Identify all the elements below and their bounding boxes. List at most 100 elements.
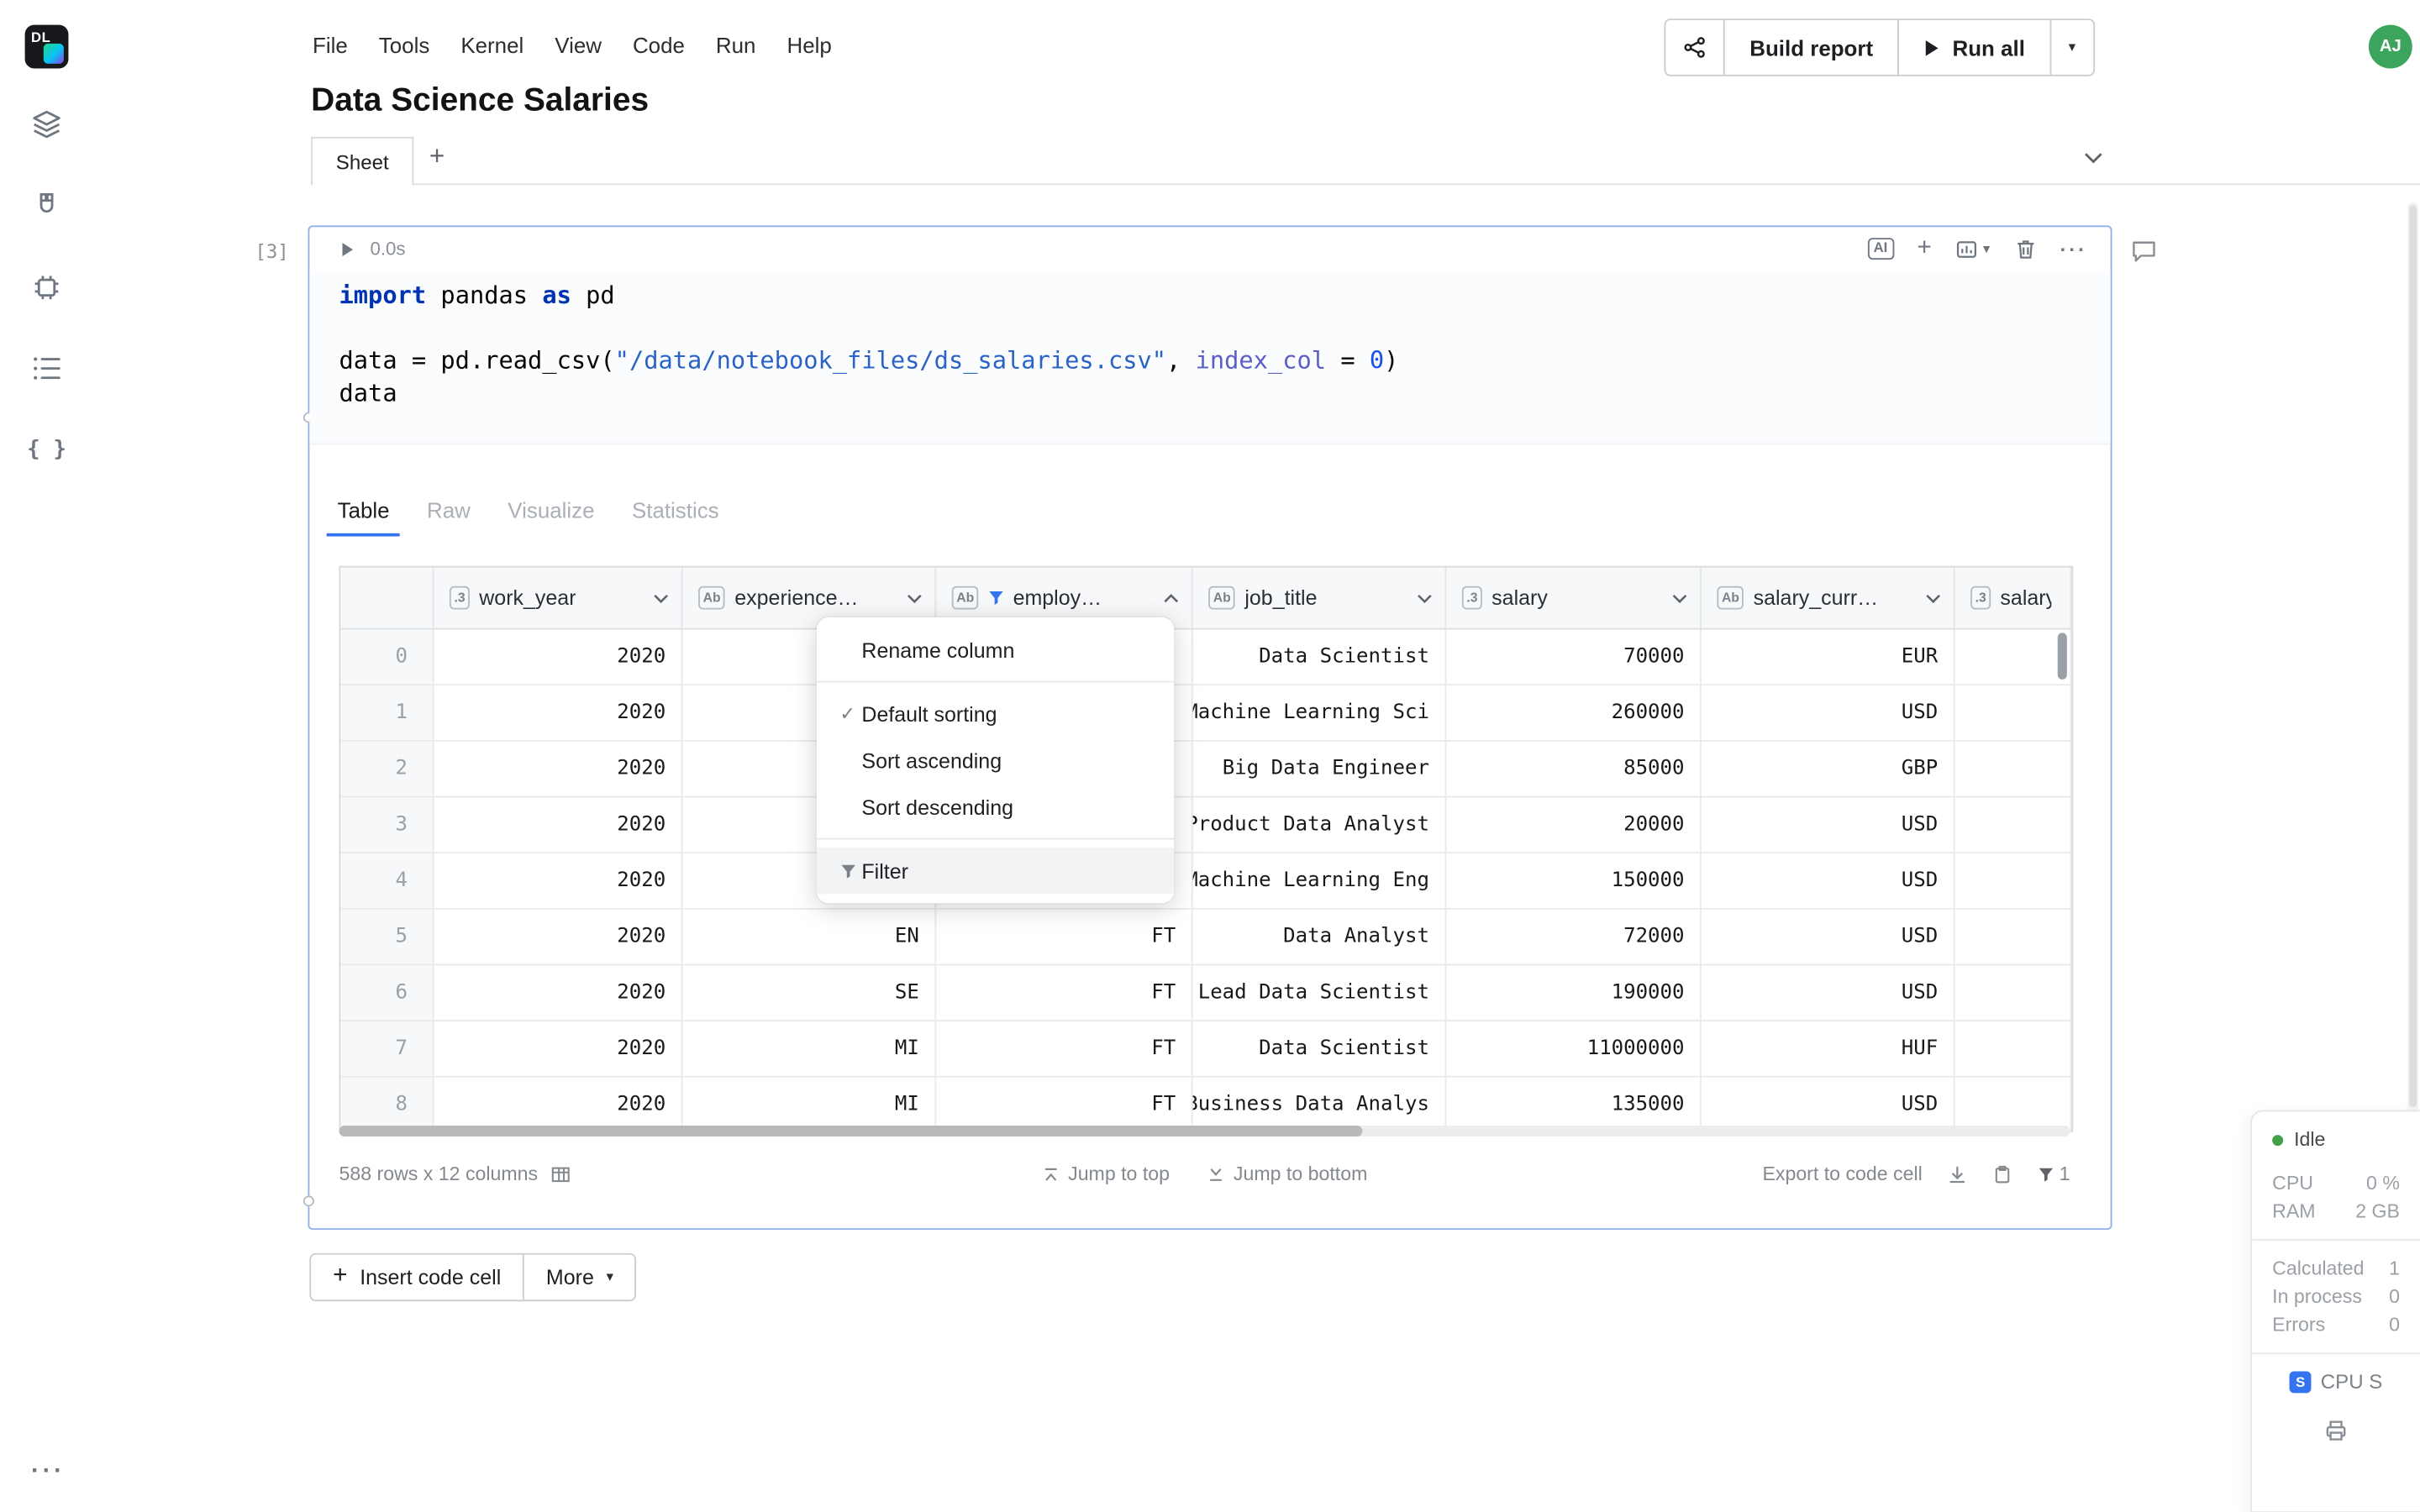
grid-header-salary_curr[interactable]: Absalary_curr… [1702,568,1955,628]
table-cell[interactable]: FT [936,910,1192,964]
avatar[interactable]: AJ [2369,25,2412,69]
table-cell[interactable]: MI [683,1021,937,1076]
row-index-cell[interactable]: 0 [340,630,434,685]
run-all-button[interactable]: Run all [1898,20,2050,75]
table-cell[interactable]: 260000 [1446,685,1702,740]
code-editor[interactable]: import pandas as pd data = pd.read_csv("… [309,270,2110,444]
chevron-up-icon[interactable] [1163,593,1179,602]
chevron-down-icon[interactable] [907,593,923,602]
output-tab-visualize[interactable]: Visualize [497,491,605,537]
table-cell[interactable]: 11000000 [1446,1021,1702,1076]
row-index-cell[interactable]: 7 [340,1021,434,1076]
menu-item-sort-ascending[interactable]: Sort ascending [817,737,1175,784]
export-to-code-cell-link[interactable]: Export to code cell [1762,1163,1922,1184]
table-cell[interactable]: FT [936,1021,1192,1076]
table-cell[interactable]: FT [936,1078,1192,1132]
table-cell[interactable]: 135000 [1446,1078,1702,1132]
table-cell[interactable] [1955,630,2072,685]
row-index-cell[interactable]: 5 [340,910,434,964]
more-cells-button[interactable]: More ▾ [523,1255,635,1300]
datalore-logo[interactable]: DL [25,25,69,69]
menu-item-default-sorting[interactable]: ✓Default sorting [817,690,1175,738]
menu-item-sort-descending[interactable]: Sort descending [817,784,1175,831]
output-tab-table[interactable]: Table [327,491,401,537]
row-index-cell[interactable]: 3 [340,798,434,853]
table-cell[interactable] [1955,798,2072,853]
copy-icon[interactable] [1992,1163,2012,1184]
row-index-cell[interactable]: 1 [340,685,434,740]
row-index-cell[interactable]: 2 [340,742,434,796]
table-cell[interactable]: 190000 [1446,965,1702,1020]
table-cell[interactable]: Machine Learning Eng [1193,853,1447,908]
table-grid-icon[interactable] [550,1163,571,1184]
row-index-cell[interactable]: 4 [340,853,434,908]
table-cell[interactable]: 70000 [1446,630,1702,685]
table-cell[interactable] [1955,742,2072,796]
grid-header-salary[interactable]: .3salary [1446,568,1702,628]
cell-more-icon[interactable]: ··· [2060,237,2087,260]
run-cell-icon[interactable] [340,240,355,257]
variables-braces-icon[interactable]: { } [28,431,65,468]
output-tab-raw[interactable]: Raw [416,491,481,537]
row-index-cell[interactable]: 8 [340,1078,434,1132]
table-cell[interactable]: Data Scientist [1193,1021,1447,1076]
table-cell[interactable] [1955,685,2072,740]
code-cell[interactable]: 0.0s AI + ▾ ··· import pandas as pd data… [308,225,2112,1230]
menu-item-rename-column[interactable]: Rename column [817,627,1175,674]
grid-header-salary_i[interactable]: .3salary_i [1955,568,2072,628]
table-cell[interactable]: 20000 [1446,798,1702,853]
table-cell[interactable]: USD [1702,965,1955,1020]
magnet-icon[interactable] [28,188,65,225]
cell-handle-bottom[interactable] [303,1195,314,1206]
menubar-item-view[interactable]: View [555,33,602,58]
table-cell[interactable]: 2020 [434,1078,682,1132]
table-cell[interactable]: MI [683,1078,937,1132]
table-cell[interactable]: 2020 [434,853,682,908]
menubar-item-code[interactable]: Code [633,33,685,58]
table-cell[interactable]: 72000 [1446,910,1702,964]
grid-header-work_year[interactable]: .3work_year [434,568,682,628]
attached-data-icon[interactable] [28,106,65,143]
chevron-down-icon[interactable] [1925,593,1941,602]
machine-type[interactable]: S CPU S [2272,1370,2400,1394]
table-cell[interactable]: Business Data Analys [1193,1078,1447,1132]
table-of-contents-icon[interactable] [28,349,65,386]
table-cell[interactable]: 2020 [434,798,682,853]
menubar-item-run[interactable]: Run [716,33,756,58]
table-cell[interactable] [1955,1021,2072,1076]
menubar-item-file[interactable]: File [313,33,348,58]
table-cell[interactable]: USD [1702,910,1955,964]
table-cell[interactable]: USD [1702,798,1955,853]
row-index-cell[interactable]: 6 [340,965,434,1020]
code-line[interactable]: import pandas as pd [339,280,2110,312]
table-cell[interactable]: FT [936,965,1192,1020]
table-cell[interactable]: HUF [1702,1021,1955,1076]
ai-assistant-button[interactable]: AI [1867,238,1893,260]
active-filters-button[interactable]: 1 [2038,1163,2070,1184]
table-cell[interactable] [1955,910,2072,964]
menu-item-filter[interactable]: Filter [817,848,1175,895]
table-cell[interactable]: 2020 [434,630,682,685]
page-scrollbar-thumb[interactable] [2409,205,2417,1107]
share-button[interactable] [1665,20,1723,75]
table-cell[interactable]: 150000 [1446,853,1702,908]
download-icon[interactable] [1947,1163,1967,1184]
table-cell[interactable]: Machine Learning Sci [1193,685,1447,740]
chevron-down-icon[interactable] [653,593,669,602]
grid-vertical-scrollbar[interactable] [2058,633,2067,680]
table-cell[interactable]: Big Data Engineer [1193,742,1447,796]
table-cell[interactable]: GBP [1702,742,1955,796]
add-cell-icon[interactable]: + [1917,236,1931,261]
table-cell[interactable]: Product Data Analyst [1193,798,1447,853]
add-to-report-button[interactable]: ▾ [1955,237,1991,260]
chevron-down-icon[interactable] [1417,593,1433,602]
menubar-item-kernel[interactable]: Kernel [460,33,523,58]
table-cell[interactable]: 2020 [434,1021,682,1076]
table-cell[interactable]: 2020 [434,685,682,740]
jump-to-top-link[interactable]: Jump to top [1042,1163,1170,1184]
table-cell[interactable]: USD [1702,1078,1955,1132]
table-cell[interactable]: 2020 [434,910,682,964]
table-cell[interactable] [1955,853,2072,908]
table-cell[interactable]: EUR [1702,630,1955,685]
add-sheet-button[interactable]: + [429,143,445,169]
